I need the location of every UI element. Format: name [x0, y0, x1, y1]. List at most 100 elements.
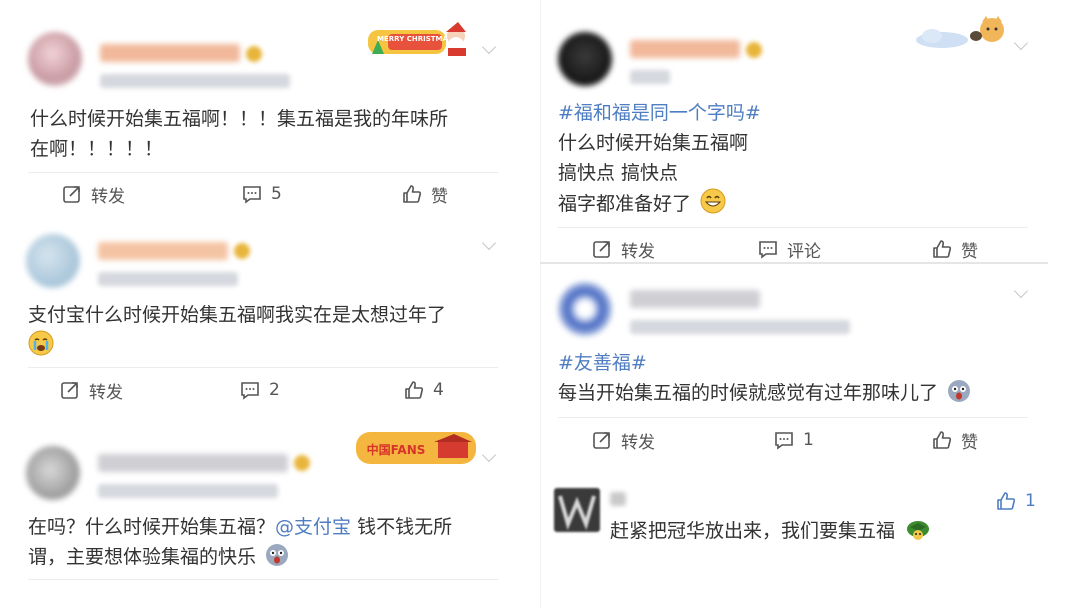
action-bar: 转发 2 4: [0, 375, 540, 405]
username-blurred[interactable]: [98, 242, 228, 260]
like-icon: [997, 492, 1016, 510]
like-icon: [933, 431, 952, 449]
action-bar: 转发 评论 赞: [540, 234, 1080, 264]
divider: [558, 417, 1028, 418]
post-text-fragment: 在吗？什么时候开始集五福？: [28, 516, 276, 538]
username-blurred[interactable]: [630, 40, 740, 58]
like-button[interactable]: 赞: [932, 234, 978, 264]
like-button[interactable]: 赞: [932, 425, 978, 455]
post-text-fragment: 钱不钱无所: [351, 516, 453, 538]
post-meta-blurred: [98, 484, 278, 498]
action-bar: 转发 1 赞: [540, 425, 1080, 455]
action-bar: 转发 5 赞: [0, 179, 540, 209]
repost-button[interactable]: 转发: [592, 425, 655, 455]
cloud-cat-decoration: [914, 14, 1012, 50]
repost-icon: [593, 241, 610, 258]
comment-count: 1: [803, 430, 814, 450]
post-text-line: 在吗？什么时候开始集五福？@支付宝 钱不钱无所: [28, 512, 452, 542]
post-text-fragment: 谓，主要想体验集福的快乐: [28, 546, 257, 568]
mention-link[interactable]: @支付宝: [275, 516, 351, 538]
emoji-shocked-icon: [948, 380, 971, 402]
repost-label: 转发: [621, 432, 655, 453]
comment-icon: [243, 186, 261, 204]
emoji-turtle-icon: [907, 521, 930, 540]
like-label: 赞: [961, 432, 978, 453]
emoji-shocked-icon: [266, 544, 289, 566]
like-label: 赞: [431, 186, 448, 207]
repost-icon: [61, 382, 78, 399]
vip-badge: [294, 455, 310, 471]
post-text-line: 什么时候开始集五福啊: [558, 132, 749, 154]
divider: [28, 172, 498, 173]
comment-button[interactable]: 2: [240, 375, 280, 405]
username-blurred[interactable]: [610, 492, 626, 506]
avatar[interactable]: [28, 32, 82, 86]
vip-badge: [746, 42, 762, 58]
chevron-down-icon[interactable]: [481, 235, 497, 251]
post-meta-blurred: [630, 320, 850, 334]
avatar[interactable]: [558, 32, 612, 86]
like-button[interactable]: 4: [404, 375, 444, 405]
repost-label: 转发: [89, 382, 123, 403]
avatar[interactable]: [26, 234, 80, 288]
topic-hashtag[interactable]: #福和福是同一个字吗#: [558, 98, 761, 128]
chevron-down-icon[interactable]: [481, 447, 497, 463]
like-button[interactable]: 1: [996, 486, 1036, 516]
emoji-grin-icon: [700, 188, 726, 214]
like-label: 赞: [961, 241, 978, 262]
emoji-crying-icon: [28, 330, 54, 356]
like-icon: [933, 240, 952, 258]
repost-label: 转发: [91, 186, 125, 207]
post-text-line: 搞快点 搞快点: [558, 162, 679, 184]
avatar[interactable]: [558, 282, 612, 336]
like-icon: [405, 381, 424, 399]
repost-button[interactable]: 转发: [592, 234, 655, 264]
comment-icon: [241, 382, 259, 400]
post-text-line: 每当开始集五福的时候就感觉有过年那味儿了: [558, 378, 971, 408]
comment-button[interactable]: 1: [774, 425, 814, 455]
avatar[interactable]: [26, 446, 80, 500]
post-text-line: 什么时候开始集五福啊！！！集五福是我的年味所: [30, 108, 449, 130]
username-blurred[interactable]: [630, 290, 760, 308]
comment-text-fragment: 赶紧把冠华放出来，我们要集五福: [610, 520, 896, 542]
vip-badge: [234, 243, 250, 259]
post-emoji-line: [28, 330, 54, 361]
merry-text: MERRY CHRISTMAS: [377, 35, 453, 43]
username-blurred[interactable]: [100, 44, 240, 62]
comment-count: 5: [271, 184, 282, 204]
avatar[interactable]: [554, 488, 600, 532]
repost-button[interactable]: 转发: [62, 179, 125, 209]
chevron-down-icon[interactable]: [1013, 35, 1029, 51]
china-fans-decoration: 中国FANS: [354, 428, 478, 468]
china-fans-text: 中国FANS: [367, 442, 426, 457]
post-meta-blurred: [100, 74, 290, 88]
comment-label: 评论: [787, 241, 821, 262]
divider: [28, 579, 498, 580]
like-count: 1: [1025, 491, 1036, 511]
topic-hashtag[interactable]: #友善福#: [558, 348, 647, 378]
post-text-line: 支付宝什么时候开始集五福啊我实在是太想过年了: [28, 304, 447, 326]
christmas-decoration: MERRY CHRISTMAS: [366, 20, 472, 58]
column-divider: [540, 0, 541, 608]
like-count: 4: [433, 380, 444, 400]
repost-button[interactable]: 转发: [60, 375, 123, 405]
repost-label: 转发: [621, 241, 655, 262]
chevron-down-icon[interactable]: [481, 39, 497, 55]
like-button[interactable]: 赞: [402, 179, 448, 209]
divider: [558, 227, 1028, 228]
comment-button[interactable]: 评论: [758, 234, 821, 264]
divider: [28, 367, 498, 368]
post-text-fragment: 福字都准备好了: [558, 193, 692, 215]
post-text-line: 福字都准备好了: [558, 188, 726, 219]
chevron-down-icon[interactable]: [1013, 283, 1029, 299]
repost-icon: [593, 432, 610, 449]
post-text-line: 在啊！！！！！: [30, 138, 164, 160]
post-meta-blurred: [630, 70, 670, 84]
post-text-fragment: 每当开始集五福的时候就感觉有过年那味儿了: [558, 382, 939, 404]
username-blurred[interactable]: [98, 454, 288, 472]
post-meta-blurred: [98, 272, 238, 286]
comment-icon: [759, 241, 777, 259]
repost-icon: [63, 186, 80, 203]
comment-button[interactable]: 5: [242, 179, 282, 209]
like-icon: [403, 185, 422, 203]
